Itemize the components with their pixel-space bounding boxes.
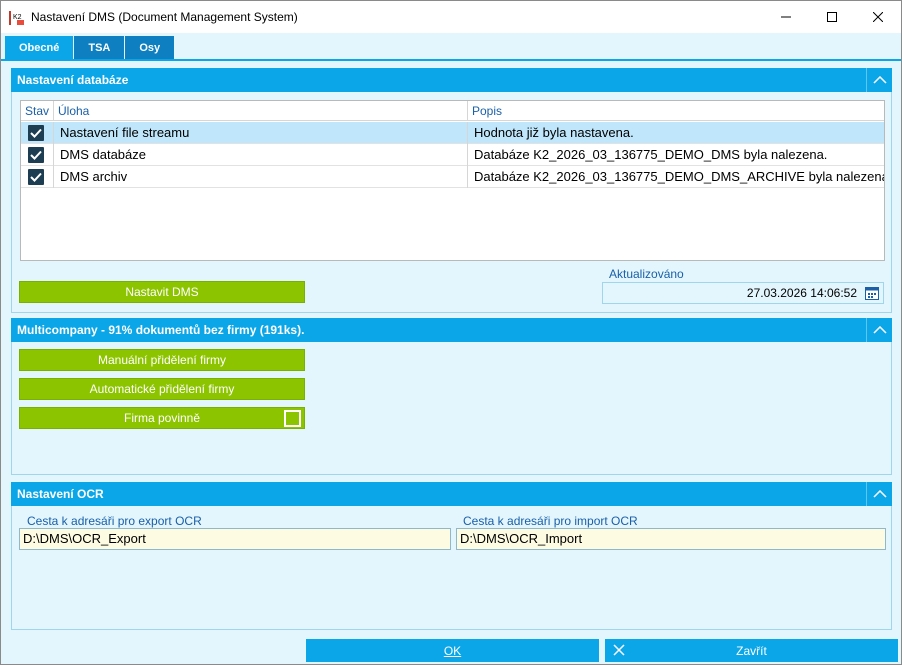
minimize-button[interactable] [763,1,809,33]
set-dms-button[interactable]: Nastavit DMS [19,281,305,303]
ocr-section: Nastavení OCR Cesta k adresáři pro expor… [11,482,892,630]
calendar-icon[interactable] [865,286,879,300]
tab-tsa[interactable]: TSA [74,36,125,60]
description-cell: Databáze K2_2026_03_136775_DEMO_DMS_ARCH… [474,169,884,184]
table-row[interactable]: Nastavení file streamu Hodnota již byla … [21,122,884,144]
status-cell [21,144,54,166]
tasks-grid: Stav Úloha Popis Nastavení file streamu … [20,100,885,261]
database-section: Nastavení databáze Stav Úloha Popis Nast… [11,68,892,313]
close-button[interactable]: Zavřít [605,639,898,662]
close-icon [613,644,625,656]
close-window-button[interactable] [855,1,901,33]
column-header-task[interactable]: Úloha [54,101,468,121]
auto-assign-company-button[interactable]: Automatické přidělení firmy [19,378,305,400]
tab-general[interactable]: Obecné [5,36,74,60]
dms-settings-window: K2 Nastavení DMS (Document Management Sy… [0,0,902,665]
import-path-label: Cesta k adresáři pro import OCR [463,514,638,528]
description-cell: Databáze K2_2026_03_136775_DEMO_DMS byla… [474,147,828,162]
database-section-title: Nastavení databáze [17,73,129,87]
chevron-up-icon [872,326,887,334]
export-path-label: Cesta k adresáři pro export OCR [27,514,202,528]
maximize-button[interactable] [809,1,855,33]
database-section-header: Nastavení databáze [11,68,892,92]
company-required-checkbox[interactable] [284,410,301,427]
chevron-up-icon [872,490,887,498]
updated-date-value: 27.03.2026 14:06:52 [746,286,857,300]
export-path-field[interactable]: D:\DMS\OCR_Export [19,528,451,550]
updated-date-field[interactable]: 27.03.2026 14:06:52 [602,282,884,304]
ocr-collapse-button[interactable] [866,482,892,506]
status-cell [21,166,54,188]
tab-axes[interactable]: Osy [125,36,175,60]
tab-underline [1,59,901,61]
manual-assign-company-button[interactable]: Manuální přidělení firmy [19,349,305,371]
multicompany-section-title: Multicompany - 91% dokumentů bez firmy (… [17,323,305,337]
multicompany-collapse-button[interactable] [866,318,892,342]
checkbox[interactable] [28,125,44,141]
chevron-up-icon [872,76,887,84]
checkbox[interactable] [28,169,44,185]
title-bar: K2 Nastavení DMS (Document Management Sy… [1,1,901,33]
multicompany-section-header: Multicompany - 91% dokumentů bez firmy (… [11,318,892,342]
table-row[interactable]: DMS archiv Databáze K2_2026_03_136775_DE… [21,166,884,188]
status-cell [21,122,54,144]
tab-strip: Obecné TSA Osy [5,36,175,60]
description-cell: Hodnota již byla nastavena. [474,125,634,140]
checkmark-icon [30,172,42,182]
checkmark-icon [30,150,42,160]
import-path-field[interactable]: D:\DMS\OCR_Import [456,528,886,550]
ok-button[interactable]: OK [306,639,599,662]
multicompany-section: Multicompany - 91% dokumentů bez firmy (… [11,318,892,475]
grid-header: Stav Úloha Popis [21,101,884,121]
minimize-icon [781,16,791,18]
checkmark-icon [30,128,42,138]
svg-text:K2: K2 [13,14,22,21]
table-row[interactable]: DMS databáze Databáze K2_2026_03_136775_… [21,144,884,166]
database-collapse-button[interactable] [866,68,892,92]
maximize-icon [827,12,837,22]
column-header-description[interactable]: Popis [468,101,884,121]
task-cell: DMS archiv [54,166,468,188]
ok-label: OK [443,643,462,658]
close-label: Zavřít [736,643,767,658]
column-header-status[interactable]: Stav [21,101,54,121]
k2-app-icon: K2 [9,11,24,25]
checkbox[interactable] [28,147,44,163]
company-required-label: Firma povinně [123,411,201,425]
ocr-section-header: Nastavení OCR [11,482,892,506]
ocr-section-title: Nastavení OCR [17,487,104,501]
company-required-toggle[interactable]: Firma povinně [19,407,305,429]
task-cell: DMS databáze [54,144,468,166]
close-icon [873,12,883,22]
updated-label: Aktualizováno [609,267,684,281]
task-cell: Nastavení file streamu [54,122,468,144]
window-title: Nastavení DMS (Document Management Syste… [31,10,298,24]
